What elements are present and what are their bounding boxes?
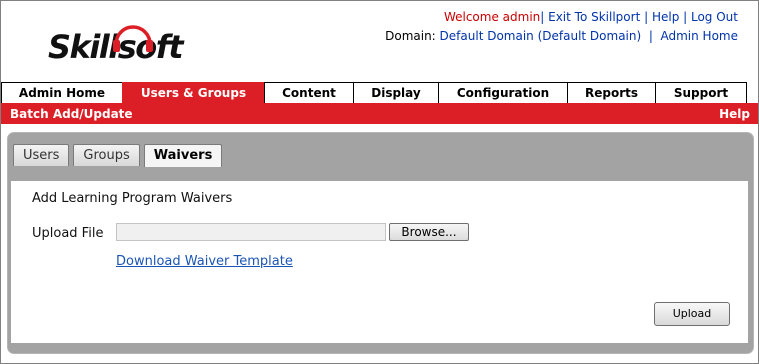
admin-home-link[interactable]: Admin Home: [661, 29, 739, 43]
form-heading: Add Learning Program Waivers: [32, 191, 233, 206]
tab-users-groups[interactable]: Users & Groups: [122, 82, 265, 103]
waivers-panel: Users Groups Waivers Add Learning Progra…: [8, 133, 753, 353]
logout-link[interactable]: Log Out: [691, 10, 738, 24]
section-help-link[interactable]: Help: [719, 107, 750, 121]
tab-support[interactable]: Support: [655, 82, 747, 103]
browse-button[interactable]: Browse...: [389, 223, 469, 241]
subtab-groups[interactable]: Groups: [73, 144, 140, 166]
subtab-waivers[interactable]: Waivers: [143, 144, 223, 167]
tab-configuration[interactable]: Configuration: [438, 82, 568, 103]
headset-icon: [113, 25, 153, 52]
upload-file-input[interactable]: [116, 223, 386, 241]
tab-admin-home[interactable]: Admin Home: [1, 82, 123, 103]
subtab-users[interactable]: Users: [13, 144, 70, 166]
tab-reports[interactable]: Reports: [567, 82, 656, 103]
upload-file-label: Upload File: [32, 226, 104, 241]
top-links: Welcome admin| Exit To Skillport | Help …: [385, 10, 739, 43]
section-title: Batch Add/Update: [10, 107, 133, 121]
welcome-text: Welcome admin: [443, 10, 541, 24]
main-nav-tabs: Admin Home Users & Groups Content Displa…: [1, 82, 758, 103]
waivers-form: Add Learning Program Waivers Upload File…: [11, 181, 748, 343]
upload-button[interactable]: Upload: [654, 302, 730, 326]
tab-display[interactable]: Display: [353, 82, 439, 103]
exit-skillport-link[interactable]: Exit To Skillport: [548, 10, 640, 24]
section-bar: Batch Add/Update Help: [1, 103, 758, 124]
domain-link[interactable]: Default Domain (Default Domain): [440, 29, 642, 43]
sub-tabs: Users Groups Waivers: [13, 144, 226, 167]
help-link[interactable]: Help: [652, 10, 679, 24]
download-template-link[interactable]: Download Waiver Template: [116, 254, 293, 269]
domain-label: Domain:: [385, 29, 436, 43]
tab-content[interactable]: Content: [264, 82, 354, 103]
